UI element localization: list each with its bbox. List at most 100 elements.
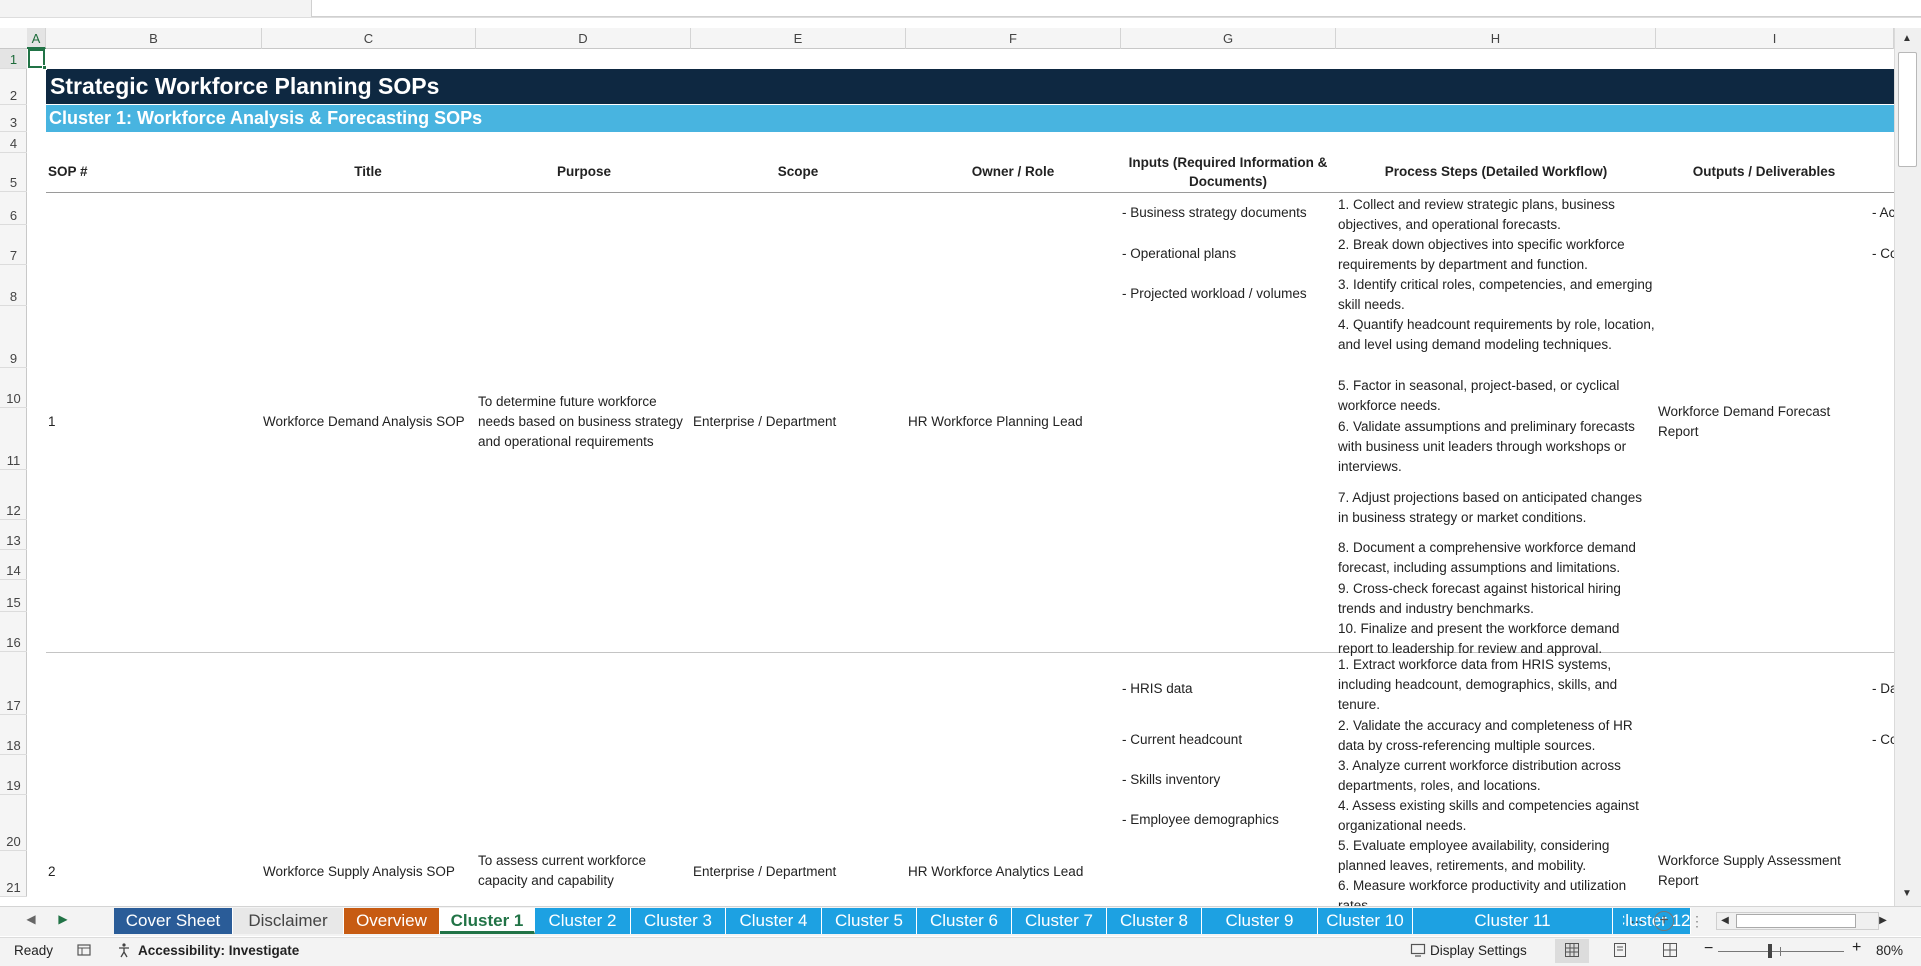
sheet-tab-cluster-2[interactable]: Cluster 2 [535, 908, 631, 934]
sheet-tab-cluster-8[interactable]: Cluster 8 [1107, 908, 1202, 934]
more-tabs-button[interactable]: ... [1626, 910, 1648, 932]
tab-split-handle[interactable]: ⋮ [1690, 912, 1704, 930]
sop-1-title: Workforce Demand Analysis SOP [263, 414, 465, 429]
sop-1-cutoff-cell: - Co [1872, 246, 1894, 261]
zoom-level[interactable]: 80% [1876, 943, 1903, 959]
zoom-out-button[interactable]: − [1704, 941, 1713, 957]
zoom-slider-tick [1780, 947, 1781, 956]
zoom-in-button[interactable]: + [1852, 940, 1861, 956]
row-header-6[interactable]: 6 [0, 192, 27, 225]
sheet-tab-cluster-4[interactable]: Cluster 4 [726, 908, 822, 934]
sheet-tab-cluster-6[interactable]: Cluster 6 [917, 908, 1012, 934]
sop-1-input: - Projected workload / volumes [1122, 286, 1307, 301]
add-sheet-button[interactable]: + [1654, 911, 1674, 931]
sheet-tab-cluster-10[interactable]: Cluster 10 [1318, 908, 1413, 934]
sop-2-cutoff-cell: - Co [1872, 732, 1894, 747]
sop-1-process-step: 4. Quantify headcount requirements by ro… [1338, 317, 1655, 352]
scroll-right-icon[interactable]: ▶ [1876, 913, 1890, 929]
row-header-11[interactable]: 11 [0, 408, 27, 470]
column-header-i[interactable]: I [1656, 28, 1894, 49]
header-process: Process Steps (Detailed Workflow) [1384, 164, 1608, 179]
row-header-13[interactable]: 13 [0, 520, 27, 550]
sop-1-input: - Business strategy documents [1122, 205, 1307, 220]
sop-2-process-step: 6. Measure workforce productivity and ut… [1338, 878, 1627, 906]
accessibility-status[interactable]: Accessibility: Investigate [138, 943, 299, 959]
sheet-tab-cover-sheet[interactable]: Cover Sheet [114, 908, 233, 934]
row-header-1[interactable]: 1 [0, 49, 27, 69]
row-header-4[interactable]: 4 [0, 132, 27, 153]
sop-1-owner: HR Workforce Planning Lead [908, 414, 1083, 429]
scroll-left-icon[interactable]: ◀ [1718, 913, 1732, 929]
sop-2-number: 2 [48, 864, 56, 879]
row-header-5[interactable]: 5 [0, 153, 27, 192]
sheet-tab-overview[interactable]: Overview [344, 908, 440, 934]
sheet-tab-cluster-3[interactable]: Cluster 3 [631, 908, 726, 934]
header-scope: Scope [777, 164, 819, 179]
row-header-3[interactable]: 3 [0, 105, 27, 132]
normal-view-icon[interactable] [1564, 942, 1580, 958]
column-header-a[interactable]: A [27, 28, 46, 49]
header-divider [46, 192, 1894, 193]
zoom-slider-thumb[interactable] [1768, 944, 1772, 958]
column-header-row: ABCDEFGHI [0, 28, 1900, 49]
sop-1-output: Workforce Demand Forecast Report [1658, 404, 1831, 439]
macro-record-icon[interactable] [76, 942, 92, 958]
tab-scroll-right-icon[interactable]: ▶ [54, 912, 72, 926]
sheet-tab-cluster-11[interactable]: Cluster 11 [1413, 908, 1613, 934]
sheet-tab-disclaimer[interactable]: Disclaimer [233, 908, 344, 934]
zoom-slider-track[interactable] [1718, 951, 1844, 952]
row-header-20[interactable]: 20 [0, 795, 27, 851]
vertical-scroll-thumb[interactable] [1898, 52, 1917, 167]
row-header-16[interactable]: 16 [0, 612, 27, 652]
column-header-e[interactable]: E [691, 28, 906, 49]
column-header-d[interactable]: D [476, 28, 691, 49]
sop-1-number: 1 [48, 414, 56, 429]
tab-scroll-left-icon[interactable]: ◀ [22, 912, 40, 926]
column-header-f[interactable]: F [906, 28, 1121, 49]
sheet-tab-cluster-5[interactable]: Cluster 5 [822, 908, 917, 934]
formula-input[interactable] [311, 0, 1921, 17]
row-header-7[interactable]: 7 [0, 225, 27, 265]
status-ready: Ready [14, 943, 54, 958]
header-purpose: Purpose [556, 164, 611, 179]
sop-1-process-step: 8. Document a comprehensive workforce de… [1338, 540, 1636, 575]
row-header-2[interactable]: 2 [0, 69, 27, 105]
row-header-8[interactable]: 8 [0, 265, 27, 306]
row-header-18[interactable]: 18 [0, 715, 27, 755]
display-settings-icon[interactable] [1410, 942, 1426, 958]
sop-1-process-step: 6. Validate assumptions and preliminary … [1338, 419, 1635, 474]
fill-handle[interactable] [42, 65, 47, 70]
sheet-tab-cluster-7[interactable]: Cluster 7 [1012, 908, 1107, 934]
sheet-tab-cluster-1[interactable]: Cluster 1 [440, 908, 535, 934]
row-header-10[interactable]: 10 [0, 368, 27, 408]
row-header-14[interactable]: 14 [0, 550, 27, 580]
sop-2-scope: Enterprise / Department [693, 864, 837, 879]
header-owner: Owner / Role [971, 164, 1055, 179]
sop-1-process-step: 5. Factor in seasonal, project-based, or… [1338, 378, 1620, 413]
row-header-15[interactable]: 15 [0, 580, 27, 612]
display-settings-button[interactable]: Display Settings [1430, 943, 1527, 959]
tab-overflow-sliver[interactable] [1613, 908, 1623, 934]
column-header-h[interactable]: H [1336, 28, 1656, 49]
column-header-g[interactable]: G [1121, 28, 1336, 49]
row-header-9[interactable]: 9 [0, 306, 27, 368]
horizontal-scroll-thumb[interactable] [1736, 914, 1856, 928]
scroll-up-icon[interactable]: ▲ [1900, 32, 1914, 46]
row-header-12[interactable]: 12 [0, 470, 27, 520]
column-header-c[interactable]: C [262, 28, 476, 49]
row-header-17[interactable]: 17 [0, 652, 27, 715]
page-layout-view-icon[interactable] [1612, 942, 1628, 958]
sop-1-process-step: 10. Finalize and present the workforce d… [1338, 621, 1620, 656]
sop-2-cutoff-cell: - Da [1872, 681, 1894, 696]
row-header-19[interactable]: 19 [0, 755, 27, 795]
sheet-tab-cluster-9[interactable]: Cluster 9 [1202, 908, 1318, 934]
scroll-down-icon[interactable]: ▼ [1900, 887, 1914, 901]
header-inputs: Inputs (Required Information & Documents… [1128, 155, 1328, 189]
page-break-preview-icon[interactable] [1662, 942, 1678, 958]
row-header-21[interactable]: 21 [0, 851, 27, 897]
column-header-b[interactable]: B [46, 28, 262, 49]
accessibility-icon[interactable] [116, 942, 132, 958]
sop-1-cutoff-cell: - Ac [1872, 205, 1894, 220]
sop-2-input: - Skills inventory [1122, 772, 1221, 787]
sheet-tab-cluster-12[interactable]: Cluster 12 [1613, 908, 1692, 934]
